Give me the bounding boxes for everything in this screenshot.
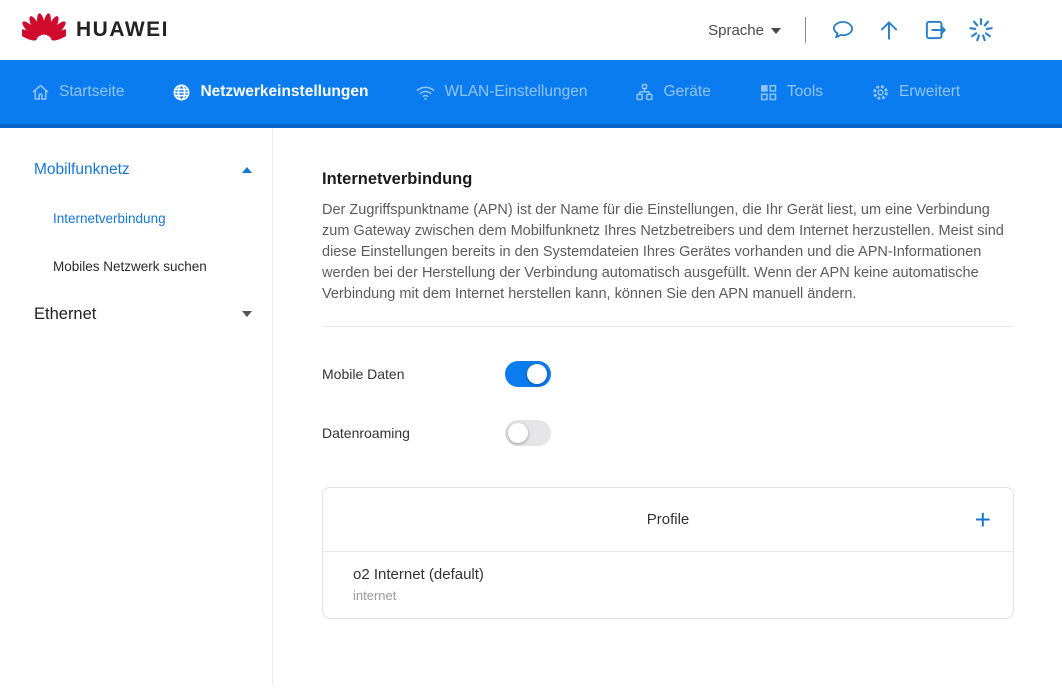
add-profile-button[interactable]: + [975,505,991,534]
header-divider [805,17,806,43]
apn-description: Der Zugriffspunktname (APN) ist der Name… [322,202,1004,302]
logout-icon[interactable] [922,17,948,43]
language-dropdown[interactable]: Sprache [708,22,781,39]
profile-card-title: Profile [646,511,690,528]
sidebar-item-internetverbindung[interactable]: Internetverbindung [0,194,272,242]
tab-startseite[interactable]: Startseite [30,82,124,103]
tab-erweitert[interactable]: Erweitert [870,82,960,103]
huawei-flower-icon [22,13,66,41]
brand-name: HUAWEI [76,18,169,41]
sidebar-group-ethernet[interactable]: Ethernet [0,290,272,338]
tab-label: Tools [786,83,824,100]
section-divider [322,326,1014,327]
tab-label: Geräte [663,83,711,100]
toggle-knob [508,423,528,443]
chevron-down-icon [242,311,252,317]
chevron-up-icon [242,167,252,173]
mobile-data-label: Mobile Daten [322,366,405,382]
tab-geraete[interactable]: Geräte [634,82,711,103]
profile-apn: internet [353,588,397,603]
wifi-icon [417,86,435,100]
sidebar-item-label: Mobiles Netzwerk suchen [53,258,207,274]
tab-label: Erweitert [899,83,961,100]
tab-label: Startseite [59,83,125,100]
huawei-logo: HUAWEI [22,13,169,47]
profile-card-header: Profile + [323,488,1013,552]
page-title: Internetverbindung [322,170,473,188]
chat-icon[interactable] [830,17,856,43]
profile-list-item[interactable]: o2 Internet (default) internet [323,552,1013,618]
tab-tools[interactable]: Tools [758,82,823,103]
tab-label: Netzwerkeinstellungen [200,83,369,100]
tab-wlan-einstellungen[interactable]: WLAN-Einstellungen [415,82,587,103]
data-roaming-label: Datenroaming [322,425,410,441]
tools-grid-icon [760,84,777,100]
devices-icon [636,83,654,100]
mobile-data-toggle[interactable] [505,361,551,387]
profile-name: o2 Internet (default) [353,566,484,583]
main-navbar: Startseite Netzwerkeinstellungen WLAN-Ei… [0,60,1062,128]
main-panel: Internetverbindung Der Zugriffspunktname… [273,128,1062,685]
home-icon [32,84,49,100]
data-roaming-toggle[interactable] [505,420,551,446]
language-label: Sprache [708,21,764,39]
sidebar-item-mobiles-netzwerk-suchen[interactable]: Mobiles Netzwerk suchen [0,242,272,290]
toggle-knob [527,364,547,384]
tab-label: WLAN-Einstellungen [444,83,588,100]
globe-icon [174,84,190,100]
tab-netzwerkeinstellungen[interactable]: Netzwerkeinstellungen [171,82,368,103]
sidebar-group-mobilfunknetz[interactable]: Mobilfunknetz [0,146,272,194]
sidebar-group-label: Ethernet [34,304,97,323]
profile-card: Profile + o2 Internet (default) internet [322,487,1014,619]
sidebar-item-label: Internetverbindung [53,210,166,226]
sidebar-group-label: Mobilfunknetz [34,161,130,178]
upload-arrow-icon[interactable] [876,17,902,43]
chevron-down-icon [771,28,781,34]
gear-icon [873,84,888,100]
spinner-icon[interactable] [968,17,994,43]
top-header: HUAWEI Sprache [0,0,1062,60]
settings-sidebar: Mobilfunknetz Internetverbindung Mobiles… [0,128,273,685]
